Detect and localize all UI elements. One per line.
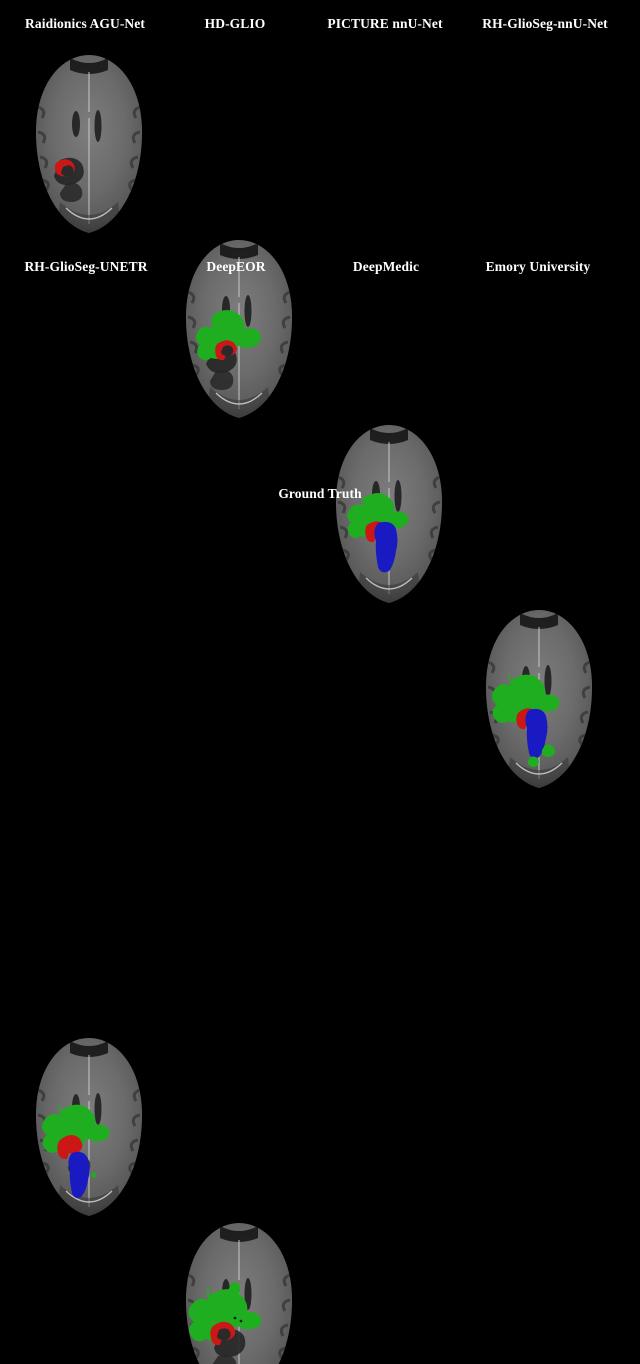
- panel-title: DeepMedic: [352, 259, 420, 274]
- segmentation-comparison-figure: Raidionics AGU-Net HD-GLIO PICTURE nnU-N…: [0, 0, 640, 1364]
- mri-slice-svg: [35, 55, 143, 233]
- brain-parenchyma: [35, 55, 143, 233]
- panel-emory-university: Emory University: [452, 259, 624, 275]
- panel-picture-nnu-net: PICTURE nnU-Net: [300, 16, 470, 32]
- panel-title: Emory University: [485, 259, 591, 274]
- brain-image-picture-nnu-net: [330, 422, 448, 607]
- mri-slice-svg: [185, 1223, 293, 1364]
- panel-deepmedic: DeepMedic: [300, 259, 472, 275]
- panel-title: PICTURE nnU-Net: [327, 16, 443, 31]
- panel-raidionics-agu-net: Raidionics AGU-Net: [0, 16, 170, 32]
- mri-slice-svg: [35, 1038, 143, 1216]
- panel-title: RH-GlioSeg-UNETR: [24, 259, 148, 274]
- panel-title: RH-GlioSeg-nnU-Net: [482, 16, 608, 31]
- brain-image-rh-glioseg-nnu-net: [480, 607, 598, 792]
- panel-ground-truth: Ground Truth: [235, 486, 405, 502]
- panel-title: Ground Truth: [278, 486, 362, 501]
- brain-image-rh-glioseg-unetr: [30, 1035, 148, 1220]
- brain-image-raidionics-agu-net: [30, 52, 148, 237]
- panel-rh-glioseg-nnu-net: RH-GlioSeg-nnU-Net: [450, 16, 640, 32]
- mri-slice-svg: [335, 425, 443, 603]
- panel-rh-glioseg-unetr: RH-GlioSeg-UNETR: [0, 259, 172, 275]
- brain-image-deepeor: [180, 1220, 298, 1364]
- panel-title: DeepEOR: [206, 259, 266, 274]
- panel-hd-glio: HD-GLIO: [150, 16, 320, 32]
- panel-title: Raidionics AGU-Net: [25, 16, 145, 31]
- panel-title: HD-GLIO: [204, 16, 266, 31]
- mri-slice-svg: [485, 610, 593, 788]
- panel-deepeor: DeepEOR: [150, 259, 322, 275]
